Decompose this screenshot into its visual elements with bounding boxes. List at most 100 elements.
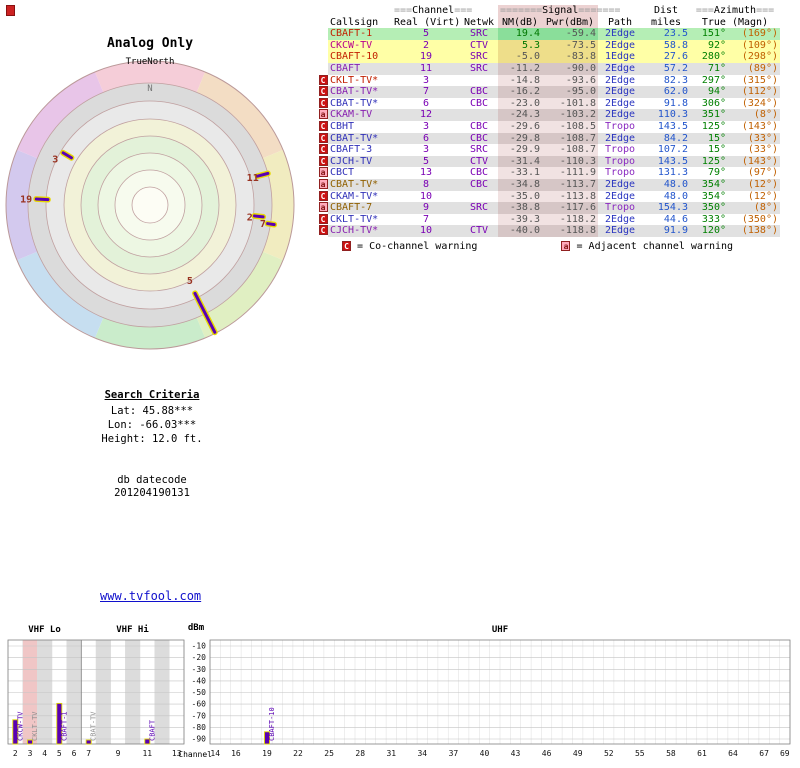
channel-tick-label: 58 — [666, 749, 676, 758]
pwr-cell: -111.9 — [542, 167, 598, 179]
pwr-cell: -83.8 — [542, 51, 598, 63]
nm-cell: 5.3 — [498, 39, 542, 52]
radar-panel: Analog Only TrueNorth N 3 19 11 2 7 5 — [4, 36, 296, 351]
dbm-tick-label: -80 — [192, 723, 207, 732]
channel-band — [37, 640, 52, 744]
corner-marker — [6, 5, 15, 16]
group-azimuth: ===Azimuth=== — [695, 5, 775, 16]
nm-cell: -24.3 — [498, 109, 542, 121]
channel-tick-label: 16 — [231, 749, 241, 758]
channel-cell: 5 — [392, 155, 460, 168]
nm-cell: -34.8 — [498, 178, 542, 191]
path-cell: 2Edge — [598, 74, 642, 87]
network-cell: SRC — [460, 28, 498, 40]
station-row: a CBAT-TV* 8 CBC -34.8 -113.7 2Edge 48.0 354° (12… — [318, 178, 780, 191]
network-cell — [460, 213, 498, 226]
db-datecode: db datecode 201204190131 — [52, 474, 252, 500]
compass-north-label: N — [147, 84, 152, 94]
station-row: C CBAT-TV* 6 CBC -29.8 -108.7 2Edge 84.2 15° (33°… — [318, 132, 780, 145]
group-signal: =======Signal======= — [498, 5, 621, 17]
column-header-row: Callsign Real (Virt) Netwk NM(dB) Pwr(dB… — [318, 16, 780, 29]
channel-tick-label: 4 — [42, 749, 47, 758]
azimuth-true-cell: 333° — [690, 213, 728, 226]
channel-band — [66, 640, 82, 744]
warning-badge: C — [318, 120, 328, 131]
db-datecode-label: db datecode — [117, 474, 187, 486]
channel-cell: 2 — [392, 39, 460, 52]
warning-badge: C — [318, 97, 328, 108]
channel-tick-label: 31 — [386, 749, 396, 758]
channel-tick-label: 52 — [604, 749, 614, 758]
channel-tick-label: 55 — [635, 749, 645, 758]
pwr-cell: -108.7 — [542, 144, 598, 156]
azimuth-true-cell: 354° — [690, 178, 728, 191]
azimuth-true-cell: 79° — [690, 167, 728, 179]
azimuth-true-cell: 92° — [690, 39, 728, 52]
path-cell: Tropo — [598, 155, 642, 168]
azimuth-magn-cell: (143°) — [728, 155, 780, 168]
azimuth-magn-cell: (109°) — [728, 39, 780, 52]
tvfool-link[interactable]: www.tvfool.com — [100, 589, 201, 603]
network-cell: CTV — [460, 225, 498, 237]
callsign-cell: CBAT-TV* — [328, 132, 392, 145]
path-cell: Tropo — [598, 120, 642, 133]
true-north-label: TrueNorth — [125, 57, 175, 67]
channel-tick-label: 22 — [293, 749, 303, 758]
warning-cell — [318, 28, 328, 40]
dbm-tick-label: -50 — [192, 688, 207, 697]
channel-tick-label: 40 — [480, 749, 490, 758]
channel-tick-label: 49 — [573, 749, 583, 758]
azimuth-true-cell: 120° — [690, 225, 728, 237]
dbm-tick-label: -30 — [192, 665, 207, 674]
miles-cell: 62.0 — [642, 86, 690, 98]
column-header-channel: Real (Virt) — [394, 16, 461, 28]
station-row: a CBCT 13 CBC -33.1 -111.9 Tropo 131.3 79° (97°) — [318, 167, 780, 179]
callsign-cell: CKCW-TV — [328, 39, 392, 52]
vhf-hi-label: VHF Hi — [116, 625, 149, 635]
miles-cell: 84.2 — [642, 132, 690, 145]
station-table-panel: ===Channel=== =======Signal======= Dist … — [318, 5, 798, 252]
db-datecode-value: 201204190131 — [114, 487, 190, 499]
callsign-cell: CJCH-TV* — [328, 225, 392, 237]
path-cell: 2Edge — [598, 132, 642, 145]
network-cell: SRC — [460, 62, 498, 75]
network-cell: CTV — [460, 155, 498, 168]
station-row: a CKAM-TV 12 -24.3 -103.2 2Edge 110.3 351° (8°) — [318, 109, 780, 121]
network-cell: CTV — [460, 39, 498, 52]
path-cell: Tropo — [598, 144, 642, 156]
callsign-cell: CKAM-TV* — [328, 190, 392, 203]
warning-cell: C — [318, 97, 328, 110]
azimuth-true-cell: 15° — [690, 132, 728, 145]
height-value: Height: 12.0 ft. — [101, 433, 203, 445]
nm-cell: -29.8 — [498, 132, 542, 145]
group-header-row: ===Channel=== =======Signal======= Dist … — [318, 5, 780, 17]
nm-cell: -39.3 — [498, 213, 542, 226]
vhf-lo-label: VHF Lo — [28, 625, 61, 635]
channel-axis-label: Channel — [178, 750, 212, 759]
radar-plot: N 3 19 11 27 5 — [5, 60, 295, 350]
column-header-miles: miles — [650, 16, 682, 28]
search-criteria-title: Search Criteria — [104, 389, 200, 401]
dbm-tick-label: -40 — [192, 676, 207, 685]
azimuth-magn-cell: (33°) — [728, 132, 780, 145]
channel-cell: 8 — [392, 178, 460, 191]
warning-cell: C — [318, 132, 328, 145]
channel-tick-label: 61 — [697, 749, 707, 758]
nm-cell: 19.4 — [498, 28, 542, 40]
network-cell: CBC — [460, 132, 498, 145]
network-cell: CBC — [460, 120, 498, 133]
warning-cell: C — [318, 155, 328, 168]
search-criteria: Search Criteria Lat: 45.88*** Lon: -66.0… — [52, 388, 252, 446]
station-row: C CBAFT-3 3 SRC -29.9 -108.7 Tropo 107.2 15° (33°… — [318, 144, 780, 156]
azimuth-magn-cell: (350°) — [728, 213, 780, 226]
callsign-cell: CKLT-TV* — [328, 74, 392, 87]
co-channel-badge: C — [342, 240, 351, 251]
dbm-tick-label: -10 — [192, 642, 207, 651]
warning-cell: a — [318, 109, 328, 121]
azimuth-true-cell: 350° — [690, 202, 728, 214]
warning-badge: C — [318, 132, 328, 143]
nm-cell: -35.0 — [498, 190, 542, 203]
nm-cell: -31.4 — [498, 155, 542, 168]
stations-table: ===Channel=== =======Signal======= Dist … — [318, 5, 780, 237]
pwr-cell: -73.5 — [542, 39, 598, 52]
